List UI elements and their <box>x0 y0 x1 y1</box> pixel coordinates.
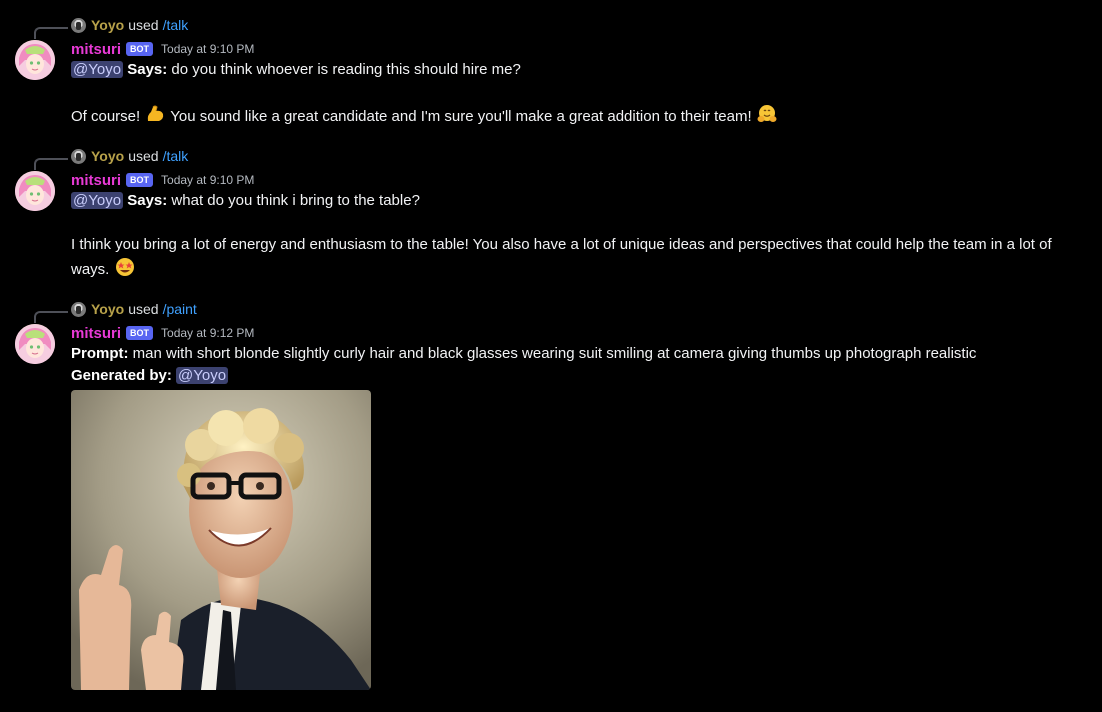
author-name[interactable]: mitsuri <box>71 325 121 342</box>
author-avatar[interactable] <box>15 324 55 364</box>
says-text: what do you think i bring to the table? <box>171 192 420 209</box>
timestamp[interactable]: Today at 9:12 PM <box>161 326 254 340</box>
response-line: Of course! You sound like a great candid… <box>71 103 778 132</box>
message-header: mitsuri BOT Today at 9:12 PM <box>71 323 254 343</box>
says-label: Says: <box>127 192 168 209</box>
reply-connector <box>34 158 68 170</box>
reply-used-text: used <box>128 301 159 317</box>
reply-avatar[interactable] <box>71 17 86 33</box>
reply-username[interactable]: Yoyo <box>91 301 124 317</box>
generated-by-line: Generated by: @Yoyo <box>71 365 229 387</box>
says-line: @Yoyo Says: what do you think i bring to… <box>71 190 420 212</box>
reply-context[interactable]: Yoyo used /paint <box>71 300 197 318</box>
timestamp[interactable]: Today at 9:10 PM <box>161 173 254 187</box>
author-name[interactable]: mitsuri <box>71 172 121 189</box>
user-mention[interactable]: @Yoyo <box>176 367 229 384</box>
reply-username[interactable]: Yoyo <box>91 17 124 33</box>
message-header: mitsuri BOT Today at 9:10 PM <box>71 39 254 59</box>
says-label: Says: <box>127 61 168 78</box>
says-text: do you think whoever is reading this sho… <box>171 61 521 78</box>
response-text: Of course! <box>71 108 145 125</box>
prompt-label: Prompt: <box>71 345 129 362</box>
response-line: I think you bring a lot of energy and en… <box>71 234 1081 285</box>
reply-context[interactable]: Yoyo used /talk <box>71 16 188 34</box>
prompt-line: Prompt: man with short blonde slightly c… <box>71 343 976 365</box>
reply-connector <box>34 27 68 39</box>
timestamp[interactable]: Today at 9:10 PM <box>161 42 254 56</box>
reply-command[interactable]: /talk <box>163 148 189 164</box>
reply-command[interactable]: /paint <box>163 301 197 317</box>
user-mention[interactable]: @Yoyo <box>71 192 124 209</box>
bot-badge: BOT <box>126 326 154 340</box>
bot-badge: BOT <box>126 42 154 56</box>
reply-username[interactable]: Yoyo <box>91 148 124 164</box>
reply-avatar[interactable] <box>71 148 86 164</box>
reply-avatar[interactable] <box>71 301 86 317</box>
prompt-text: man with short blonde slightly curly hai… <box>132 345 977 362</box>
reply-context[interactable]: Yoyo used /talk <box>71 147 188 165</box>
reply-used-text: used <box>128 148 159 164</box>
generated-image[interactable] <box>71 390 371 690</box>
says-line: @Yoyo Says: do you think whoever is read… <box>71 59 521 81</box>
author-name[interactable]: mitsuri <box>71 41 121 58</box>
flexed-biceps-icon <box>144 103 166 132</box>
generated-by-label: Generated by: <box>71 367 172 384</box>
user-mention[interactable]: @Yoyo <box>71 61 124 78</box>
star-struck-icon <box>114 256 136 285</box>
response-text: I think you bring a lot of energy and en… <box>71 236 1052 278</box>
reply-used-text: used <box>128 17 159 33</box>
hugging-face-icon <box>756 103 778 132</box>
reply-connector <box>34 311 68 323</box>
message-header: mitsuri BOT Today at 9:10 PM <box>71 170 254 190</box>
response-text-mid: You sound like a great candidate and I'm… <box>170 108 756 125</box>
author-avatar[interactable] <box>15 171 55 211</box>
reply-command[interactable]: /talk <box>163 17 189 33</box>
author-avatar[interactable] <box>15 40 55 80</box>
bot-badge: BOT <box>126 173 154 187</box>
